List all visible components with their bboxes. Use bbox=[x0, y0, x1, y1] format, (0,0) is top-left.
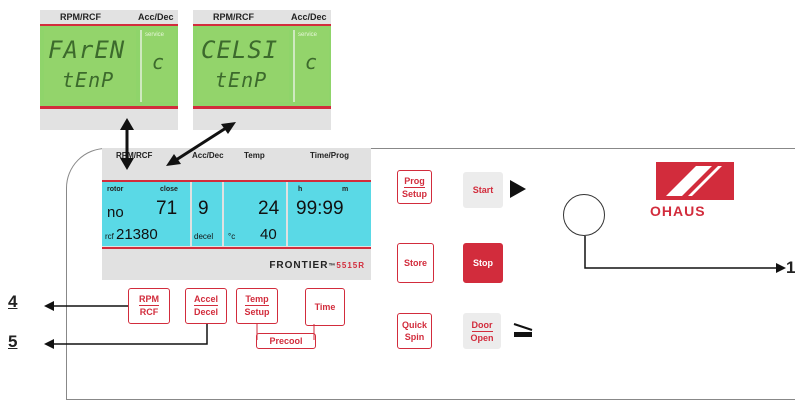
callout-4: 4 bbox=[8, 292, 17, 312]
callout-1: 1 bbox=[786, 258, 795, 278]
callout-1-text: 1 bbox=[786, 258, 795, 277]
callout-5-text: 5 bbox=[8, 332, 18, 351]
knob-circle-icon[interactable] bbox=[563, 194, 605, 236]
callout-5: 5 bbox=[8, 332, 17, 352]
logo-text: OHAUS bbox=[650, 203, 706, 219]
callout-4-text: 4 bbox=[8, 292, 18, 311]
